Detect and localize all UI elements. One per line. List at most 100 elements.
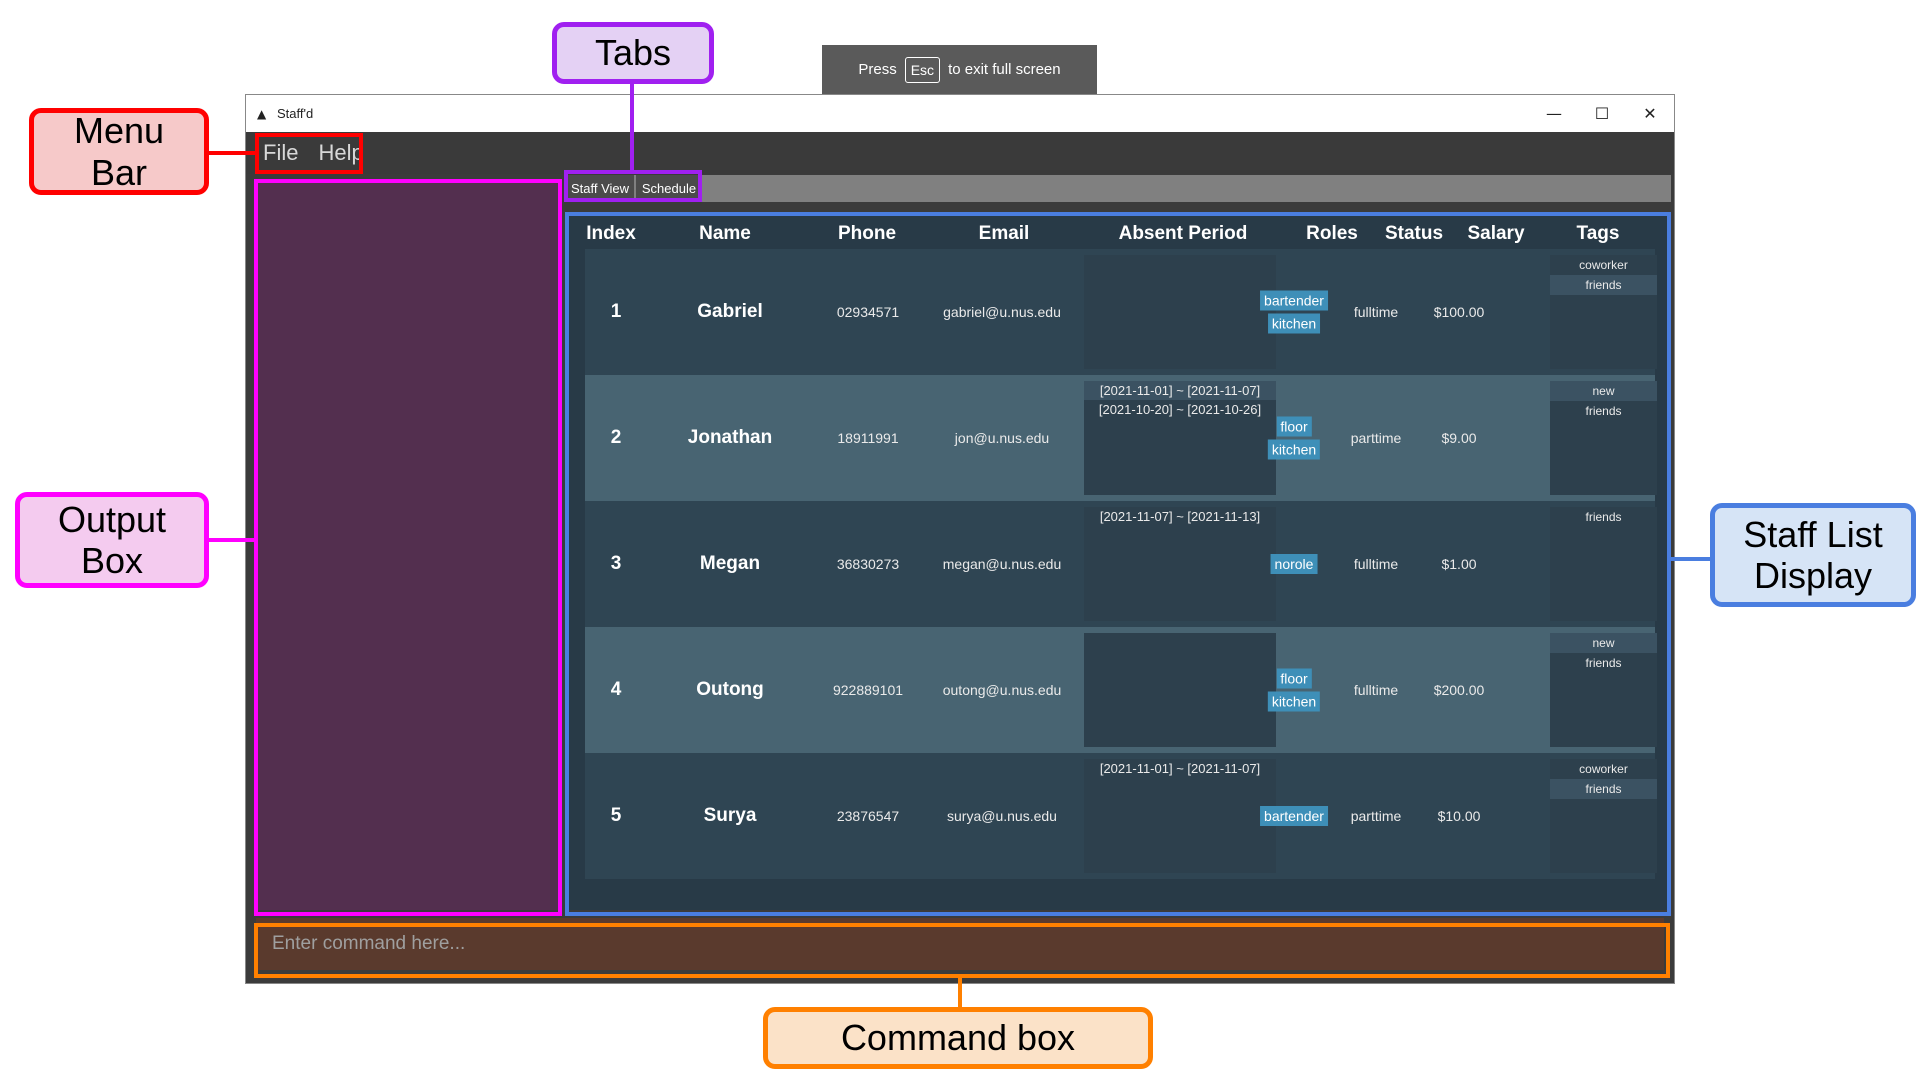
- fullscreen-hint: Press Esc to exit full screen: [822, 45, 1097, 94]
- header-tags: Tags: [1576, 223, 1620, 244]
- role-chip: kitchen: [1267, 439, 1321, 460]
- header-index: Index: [586, 223, 636, 244]
- table-row[interactable]: 4 Outong 922889101 outong@u.nus.edu floo…: [585, 627, 1657, 753]
- window-title: Staff'd: [277, 106, 314, 121]
- menu-bar-connector: [207, 151, 257, 155]
- tag-label: friends: [1585, 656, 1622, 670]
- row-salary: $100.00: [1433, 304, 1485, 320]
- menu-help[interactable]: Help: [318, 140, 363, 166]
- row-status: parttime: [1350, 808, 1402, 824]
- row-index: 3: [610, 553, 622, 574]
- table-row[interactable]: 2 Jonathan 18911991 jon@u.nus.edu [2021-…: [585, 375, 1657, 501]
- table-row[interactable]: 1 Gabriel 02934571 gabriel@u.nus.edu bar…: [585, 249, 1657, 375]
- absent-period: [2021-11-01] ~ [2021-11-07]: [1099, 761, 1261, 776]
- tag-label: friends: [1550, 275, 1657, 295]
- row-index: 1: [610, 301, 622, 322]
- tags-box: coworker friends: [1550, 255, 1657, 369]
- row-status: fulltime: [1353, 682, 1399, 698]
- header-status: Status: [1384, 223, 1444, 244]
- fullscreen-hint-press: Press: [858, 61, 897, 78]
- tabs-connector: [630, 82, 634, 172]
- row-name: Surya: [703, 805, 757, 826]
- row-salary: $10.00: [1437, 808, 1481, 824]
- output-box[interactable]: [258, 183, 558, 910]
- header-salary: Salary: [1467, 223, 1525, 244]
- row-salary: $1.00: [1441, 556, 1477, 572]
- staff-list-connector: [1669, 557, 1711, 561]
- app-window: ▲ Staff'd — ☐ ✕ File Help Staff View Sch…: [245, 94, 1675, 984]
- roles-list: norole: [1270, 554, 1318, 574]
- header-roles: Roles: [1306, 223, 1358, 244]
- staff-list-display: Index Name Phone Email Absent Period Rol…: [568, 215, 1668, 910]
- tags-box: friends: [1550, 507, 1657, 621]
- tabs-callout: Tabs: [552, 22, 714, 84]
- command-input[interactable]: [270, 932, 1644, 956]
- row-salary: $9.00: [1441, 430, 1477, 446]
- row-name: Jonathan: [687, 427, 773, 448]
- header-email: Email: [978, 223, 1030, 244]
- tab-staff-view[interactable]: Staff View: [566, 175, 634, 202]
- command-box-connector: [958, 976, 962, 1010]
- row-index: 5: [610, 805, 622, 826]
- row-phone: 36830273: [836, 556, 900, 572]
- header-name: Name: [699, 223, 751, 244]
- role-chip: norole: [1270, 554, 1318, 574]
- tag-label: coworker: [1579, 258, 1628, 272]
- tags-box: coworker friends: [1550, 759, 1657, 873]
- absent-period-box: [1084, 255, 1276, 369]
- table-row[interactable]: 5 Surya 23876547 surya@u.nus.edu [2021-1…: [585, 753, 1657, 879]
- row-email: megan@u.nus.edu: [942, 556, 1062, 572]
- row-email: surya@u.nus.edu: [947, 808, 1057, 824]
- fullscreen-hint-exit: to exit full screen: [948, 61, 1061, 78]
- role-chip: bartender: [1260, 290, 1328, 311]
- close-icon: ✕: [1643, 104, 1657, 123]
- command-box-callout: Command box: [763, 1007, 1153, 1069]
- role-chip: kitchen: [1267, 691, 1321, 712]
- staff-list-callout: Staff List Display: [1710, 503, 1916, 607]
- absent-period-box: [2021-11-01] ~ [2021-11-07] [2021-10-20]…: [1084, 381, 1276, 495]
- app-icon: ▲: [257, 106, 267, 121]
- absent-period-box: [2021-11-07] ~ [2021-11-13]: [1084, 507, 1276, 621]
- esc-key-label: Esc: [904, 56, 941, 83]
- absent-period-box: [1084, 633, 1276, 747]
- row-name: Megan: [699, 553, 761, 574]
- menu-file[interactable]: File: [263, 140, 298, 166]
- minimize-button[interactable]: —: [1530, 95, 1578, 132]
- tag-label: new: [1550, 633, 1657, 653]
- command-box: [256, 918, 1664, 970]
- minimize-icon: —: [1546, 104, 1562, 123]
- row-salary: $200.00: [1433, 682, 1485, 698]
- row-phone: 18911991: [837, 430, 899, 446]
- row-email: gabriel@u.nus.edu: [943, 304, 1061, 320]
- tags-box: new friends: [1550, 633, 1657, 747]
- header-absent-period: Absent Period: [1118, 223, 1248, 244]
- table-header: Index Name Phone Email Absent Period Rol…: [568, 215, 1668, 251]
- absent-period: [2021-11-01] ~ [2021-11-07]: [1084, 381, 1276, 400]
- title-bar: ▲ Staff'd — ☐ ✕: [246, 95, 1674, 132]
- close-button[interactable]: ✕: [1626, 95, 1674, 132]
- maximize-icon: ☐: [1594, 104, 1610, 123]
- maximize-button[interactable]: ☐: [1578, 95, 1626, 132]
- header-phone: Phone: [837, 223, 897, 244]
- tags-box: new friends: [1550, 381, 1657, 495]
- row-phone: 02934571: [836, 304, 900, 320]
- row-name: Gabriel: [697, 301, 763, 322]
- output-box-callout: Output Box: [15, 492, 209, 588]
- row-index: 2: [610, 427, 622, 448]
- roles-list: bartender: [1260, 806, 1328, 826]
- role-chip: floor: [1276, 416, 1312, 437]
- tab-bar: Staff View Schedule: [566, 175, 1671, 202]
- output-box-connector: [207, 538, 256, 542]
- window-controls: — ☐ ✕: [1530, 95, 1674, 132]
- row-phone: 23876547: [836, 808, 900, 824]
- role-chip: bartender: [1260, 806, 1328, 826]
- menu-bar: File Help: [246, 132, 1674, 174]
- table-row[interactable]: 3 Megan 36830273 megan@u.nus.edu [2021-1…: [585, 501, 1657, 627]
- roles-list: floor kitchen: [1267, 668, 1321, 712]
- absent-period-box: [2021-11-01] ~ [2021-11-07]: [1084, 759, 1276, 873]
- tag-label: friends: [1585, 510, 1622, 524]
- row-status: fulltime: [1353, 304, 1399, 320]
- tab-schedule[interactable]: Schedule: [636, 175, 702, 202]
- menu-bar-callout: Menu Bar: [29, 108, 209, 195]
- row-index: 4: [610, 679, 622, 700]
